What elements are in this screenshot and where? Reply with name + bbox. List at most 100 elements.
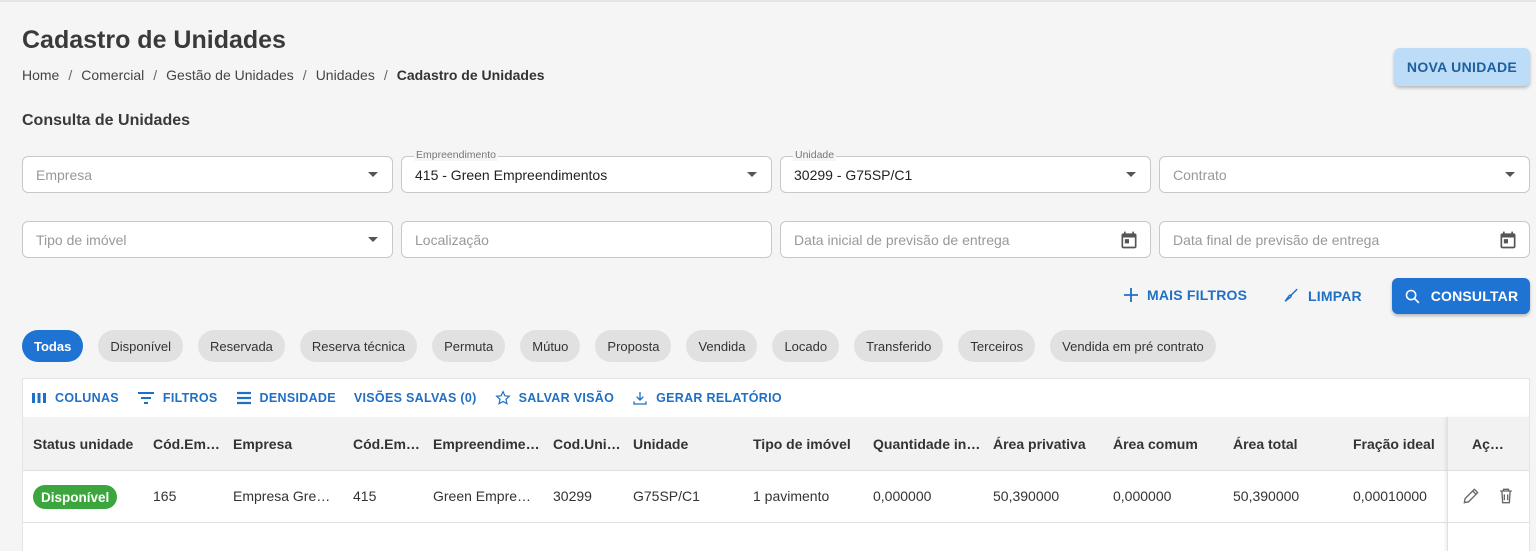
- col-cod-empreendimento[interactable]: Cód.Empreendimento: [353, 436, 423, 452]
- filtros-button[interactable]: FILTROS: [137, 391, 218, 405]
- grid-toolbar: COLUNAS FILTROS DENSIDADE VISÕES SALVAS …: [23, 379, 1529, 417]
- table-row[interactable]: Disponível 165 Empresa Green Empreendime…: [23, 471, 1529, 523]
- breadcrumb: Home / Comercial / Gestão de Unidades / …: [22, 67, 545, 83]
- plus-icon: [1124, 288, 1138, 302]
- densidade-button[interactable]: DENSIDADE: [236, 391, 336, 405]
- calendar-icon[interactable]: [1119, 230, 1139, 250]
- col-status[interactable]: Status unidade: [33, 436, 143, 452]
- cell-empresa: Empresa Green Empreendimentos: [233, 488, 337, 504]
- data-inicial-placeholder: Data inicial de previsão de entrega: [794, 231, 1010, 248]
- tipo-imovel-placeholder: Tipo de imóvel: [36, 231, 127, 248]
- dropdown-caret-icon: [1505, 172, 1515, 177]
- dropdown-caret-icon: [747, 172, 757, 177]
- localizacao-placeholder: Localização: [415, 231, 489, 248]
- cell-quantidade: 0,000000: [873, 488, 932, 504]
- breadcrumb-separator: /: [68, 67, 73, 83]
- unidade-label: Unidade: [793, 149, 837, 161]
- cell-unidade: G75SP/C1: [633, 488, 700, 504]
- data-inicial-input[interactable]: Data inicial de previsão de entrega: [780, 221, 1151, 258]
- col-cod-unidade[interactable]: Cod.Unidade: [553, 436, 623, 452]
- dropdown-caret-icon: [368, 237, 378, 242]
- cell-tipo-imovel: 1 pavimento: [753, 488, 830, 504]
- calendar-icon[interactable]: [1498, 230, 1518, 250]
- gerar-relatorio-label: GERAR RELATÓRIO: [656, 391, 782, 405]
- broom-icon: [1284, 288, 1298, 302]
- dropdown-caret-icon: [1126, 172, 1136, 177]
- col-unidade[interactable]: Unidade: [633, 436, 743, 452]
- section-title: Consulta de Unidades: [22, 112, 191, 129]
- status-chips: Todas Disponível Reservada Reserva técni…: [22, 330, 1216, 362]
- localizacao-input[interactable]: Localização: [401, 221, 772, 258]
- col-tipo-imovel[interactable]: Tipo de imóvel: [753, 436, 863, 452]
- status-badge: Disponível: [33, 485, 118, 509]
- breadcrumb-separator: /: [153, 67, 158, 83]
- top-divider: [0, 0, 1536, 2]
- cell-cod-empresa: 165: [153, 488, 177, 504]
- density-icon: [236, 391, 251, 405]
- salvar-visao-button[interactable]: SALVAR VISÃO: [494, 390, 615, 406]
- visoes-salvas-label: VISÕES SALVAS (0): [353, 391, 477, 405]
- cell-area-total: 50,390000: [1233, 488, 1300, 504]
- consultar-button[interactable]: CONSULTAR: [1392, 278, 1530, 314]
- breadcrumb-unidades[interactable]: Unidades: [316, 67, 375, 83]
- tipo-imovel-select[interactable]: Tipo de imóvel: [22, 221, 393, 258]
- star-icon: [494, 390, 511, 405]
- col-area-comum[interactable]: Área comum: [1113, 436, 1223, 452]
- chip-terceiros[interactable]: Terceiros: [958, 330, 1036, 362]
- empresa-select[interactable]: Empresa: [22, 156, 393, 193]
- col-quantidade[interactable]: Quantidade independente: [873, 436, 983, 452]
- empreendimento-select[interactable]: Empreendimento 415 - Green Empreendiment…: [401, 149, 772, 193]
- colunas-label: COLUNAS: [55, 391, 119, 405]
- unidade-select[interactable]: Unidade 30299 - G75SP/C1: [780, 149, 1151, 193]
- empresa-placeholder: Empresa: [36, 166, 93, 183]
- col-empresa[interactable]: Empresa: [233, 436, 343, 452]
- cell-cod-unidade: 30299: [553, 488, 592, 504]
- visoes-salvas-button[interactable]: VISÕES SALVAS (0): [354, 391, 477, 405]
- nova-unidade-button[interactable]: NOVA UNIDADE: [1394, 48, 1530, 86]
- table-header: Status unidade Cód.Empresa Empresa Cód.E…: [23, 417, 1529, 471]
- breadcrumb-home[interactable]: Home: [22, 67, 59, 83]
- chip-locado[interactable]: Locado: [772, 330, 840, 362]
- cell-cod-empreendimento: 415: [353, 488, 377, 504]
- download-icon: [633, 392, 647, 405]
- col-area-total[interactable]: Área total: [1233, 436, 1343, 452]
- colunas-button[interactable]: COLUNAS: [31, 391, 119, 405]
- empreendimento-value: 415 - Green Empreendimentos: [415, 166, 608, 183]
- breadcrumb-separator: /: [302, 67, 307, 83]
- chip-todas[interactable]: Todas: [22, 330, 84, 362]
- contrato-select[interactable]: Contrato: [1159, 156, 1530, 193]
- actions-column: [1447, 417, 1529, 551]
- chip-vendida[interactable]: Vendida: [686, 330, 758, 362]
- col-cod-empresa[interactable]: Cód.Empresa: [153, 436, 223, 452]
- breadcrumb-current: Cadastro de Unidades: [396, 67, 545, 83]
- cell-empreendimento: Green Empreendimentos: [433, 488, 537, 504]
- cell-area-privativa: 50,390000: [993, 488, 1060, 504]
- filtros-label: FILTROS: [162, 391, 218, 405]
- breadcrumb-gestao[interactable]: Gestão de Unidades: [166, 67, 294, 83]
- col-area-privativa[interactable]: Área privativa: [993, 436, 1103, 452]
- limpar-button[interactable]: LIMPAR: [1283, 287, 1362, 304]
- data-final-input[interactable]: Data final de previsão de entrega: [1159, 221, 1530, 258]
- mais-filtros-label: MAIS FILTROS: [1147, 287, 1248, 303]
- col-fracao-ideal[interactable]: Fração ideal: [1353, 436, 1453, 452]
- breadcrumb-comercial[interactable]: Comercial: [81, 67, 144, 83]
- chip-reservada[interactable]: Reservada: [198, 330, 285, 362]
- breadcrumb-separator: /: [383, 67, 388, 83]
- gerar-relatorio-button[interactable]: GERAR RELATÓRIO: [632, 390, 782, 406]
- units-grid: COLUNAS FILTROS DENSIDADE VISÕES SALVAS …: [22, 378, 1530, 551]
- col-empreendimento[interactable]: Empreendimento: [433, 436, 543, 452]
- chip-permuta[interactable]: Permuta: [432, 330, 506, 362]
- delete-icon[interactable]: [1496, 486, 1516, 506]
- chip-vendida-pre-contrato[interactable]: Vendida em pré contrato: [1050, 330, 1216, 362]
- chip-mutuo[interactable]: Mútuo: [520, 330, 581, 362]
- chip-disponivel[interactable]: Disponível: [98, 330, 184, 362]
- edit-icon[interactable]: [1461, 486, 1481, 506]
- unidade-value: 30299 - G75SP/C1: [794, 166, 913, 183]
- chip-proposta[interactable]: Proposta: [595, 330, 672, 362]
- mais-filtros-button[interactable]: MAIS FILTROS: [1123, 287, 1247, 303]
- page-title: Cadastro de Unidades: [22, 26, 286, 54]
- chip-transferido[interactable]: Transferido: [854, 330, 944, 362]
- densidade-label: DENSIDADE: [259, 391, 336, 405]
- chip-reserva-tecnica[interactable]: Reserva técnica: [299, 330, 418, 362]
- filter-icon: [137, 392, 154, 404]
